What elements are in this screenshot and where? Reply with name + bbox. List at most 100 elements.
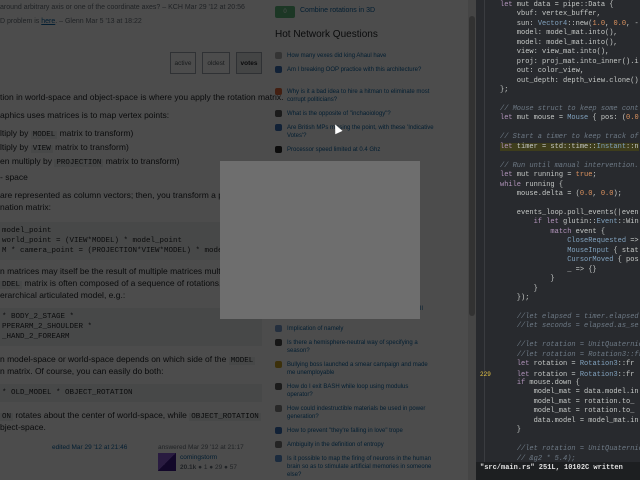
hnq-item[interactable]: How do I exit BASH while loop using modu… [275,383,435,399]
scrollbar-thumb[interactable] [469,16,475,316]
code-line[interactable]: model_mat = rotation.to_ [480,398,640,407]
site-icon [275,339,282,346]
code-line[interactable]: //let rotation = Rotation3::fr [480,351,640,360]
code-text: model: model_mat.into(), [500,38,618,47]
code-line[interactable]: } [480,285,640,294]
answer-paragraph: bject-space. [0,422,46,432]
code-line[interactable]: proj: proj_mat.into_inner().i [480,58,640,67]
hnq-item[interactable]: Are British MPs missing the point, with … [275,124,435,140]
hnq-item[interactable]: Is it possible to map the firing of neur… [275,455,435,479]
code-text: //let seconds = elapsed.as_se [516,322,639,331]
hnq-item[interactable]: Processor speed limited at 0.4 Ghz [275,146,435,154]
hnq-item-fragment[interactable]: ll [420,303,423,314]
code-line[interactable]: CursorMoved { pos [480,256,640,265]
code-line[interactable]: }); [480,294,640,303]
code-line[interactable]: let mut data = pipe::Data { [480,1,640,10]
code-text: // Start a timer to keep track of [500,133,639,142]
code-line[interactable]: model_mat = data.model.in [480,388,640,397]
hnq-item[interactable]: Why is it a bad idea to hire a hitman to… [275,88,435,104]
code-line[interactable]: //let elapsed = timer.elapsed [480,313,640,322]
code-line[interactable]: let mut running = true; [480,171,640,180]
answer-paragraph: erarchical articulated model, e.g.: [0,290,126,300]
code-line[interactable] [480,303,640,312]
code-line[interactable]: // Run until manual intervention. [480,162,640,171]
hnq-item[interactable]: How to prevent "they're falling in love"… [275,427,435,435]
site-icon [275,110,282,117]
code-line[interactable]: }; [480,86,640,95]
code-line[interactable] [480,152,640,161]
code-line[interactable] [480,199,640,208]
code-text: events_loop.poll_events(|even [500,208,639,217]
code-line[interactable]: model: model_mat.into(), [480,39,640,48]
site-icon [275,88,282,95]
code-text: out_depth: depth_view.clone() [500,76,639,85]
sort-tab-oldest[interactable]: oldest [202,52,230,74]
code-editor[interactable]: let mut data = pipe::Data { vbuf: vertex… [476,0,640,480]
code-line[interactable]: if let glutin::Event::Win [480,218,640,227]
hnq-item[interactable]: How many vexes did king Ahaul have [275,52,435,60]
hnq-item[interactable]: Ambiguity in the definition of entropy [275,441,435,449]
code-line[interactable]: _ => {} [480,266,640,275]
edited-link[interactable]: edited Mar 29 '12 at 21:46 [52,442,127,453]
code-line[interactable] [480,436,640,445]
sort-tab-active[interactable]: active [170,52,196,74]
code-line[interactable]: sun: Vector4::new(1.0, 0.0, - [480,20,640,29]
code-line[interactable]: //let rotation = UnitQuaternio [480,445,640,454]
line-number: 229 [480,370,491,378]
code-line[interactable]: // Start a timer to keep track of [480,133,640,142]
hnq-item[interactable]: How could indestructible materials be us… [275,405,435,421]
answer-list-item: en multiply by PROJECTION matrix to tran… [0,156,180,167]
code-text: proj: proj_mat.into_inner().i [500,57,639,66]
code-line[interactable]: match event { [480,228,640,237]
status-message: "src/main.rs" 251L, 10102C written [480,464,623,472]
code-text: let mut data = pipe::Data { [500,1,614,9]
code-line[interactable]: while running { [480,181,640,190]
browser-scrollbar[interactable] [468,0,476,480]
code-text: if mouse.down { [516,379,580,387]
code-line[interactable]: view: view_mat.into(), [480,48,640,57]
sort-tab-votes[interactable]: votes [236,52,262,74]
code-text: model_mat = rotation.to_ [500,397,635,406]
code-line[interactable]: if mouse.down { [480,379,640,388]
code-line[interactable]: let rotation = Rotation3::fr [480,360,640,369]
code-line[interactable]: model: model_mat.into(), [480,29,640,38]
hnq-item[interactable]: Implication of namely [275,325,435,333]
code-line[interactable]: //let rotation = UnitQuaternio [480,341,640,350]
code-text: MouseInput { stat [567,246,639,255]
duplicate-link[interactable]: here [41,18,55,25]
code-text: match event { [550,227,606,236]
code-line[interactable]: let timer = std::time::Instant::n [480,142,640,152]
code-line[interactable]: MouseInput { stat [480,247,640,256]
hnq-item[interactable]: What is the opposite of "inchaoiology"? [275,110,435,118]
code-line[interactable]: events_loop.poll_events(|even [480,209,640,218]
code-line[interactable]: data.model = model_mat.in [480,417,640,426]
code-line[interactable]: } [480,275,640,284]
avatar[interactable] [158,453,176,471]
hnq-item[interactable]: Bullying boss launched a smear campaign … [275,361,435,377]
code-line[interactable]: model_mat = rotation.to_ [480,407,640,416]
code-line[interactable] [480,124,640,133]
code-line[interactable]: CloseRequested => [480,237,640,246]
related-question-link[interactable]: Combine rotations in 3D [300,7,375,14]
hnq-item[interactable]: Is there a hemisphere-neutral way of spe… [275,339,435,355]
hnq-item[interactable]: Am I breaking OOP practice with this arc… [275,66,435,74]
code-line[interactable]: vbuf: vertex_buffer, [480,10,640,19]
answer-paragraph: n matrix. Of course, you can easily do b… [0,366,164,376]
code-text: model_mat = data.model.in [500,388,639,397]
code-line[interactable] [480,96,640,105]
code-line[interactable]: //let seconds = elapsed.as_se [480,322,640,331]
code-text: //let rotation = Rotation3::fr [516,350,640,359]
code-line[interactable]: // Mouse struct to keep some cont [480,105,640,114]
duplicate-comment: D problem is here. – Glenn Mar 5 '13 at … [0,18,142,25]
site-icon [275,405,282,412]
code-line[interactable]: mouse.delta = (0.0, 0.0); [480,190,640,199]
code-line[interactable]: let mut mouse = Mouse { pos: (0.0 [480,114,640,123]
code-text: //let rotation = UnitQuaternio [516,341,640,350]
code-line[interactable] [480,332,640,341]
hot-network-questions-title: Hot Network Questions [275,29,378,40]
code-line[interactable]: } [480,426,640,435]
code-line[interactable]: out: color_view, [480,67,640,76]
code-text: CloseRequested => [567,237,639,246]
code-line[interactable]: out_depth: depth_view.clone() [480,77,640,86]
user-reputation: 20.1k ● 1 ● 29 ● 57 [180,464,237,471]
